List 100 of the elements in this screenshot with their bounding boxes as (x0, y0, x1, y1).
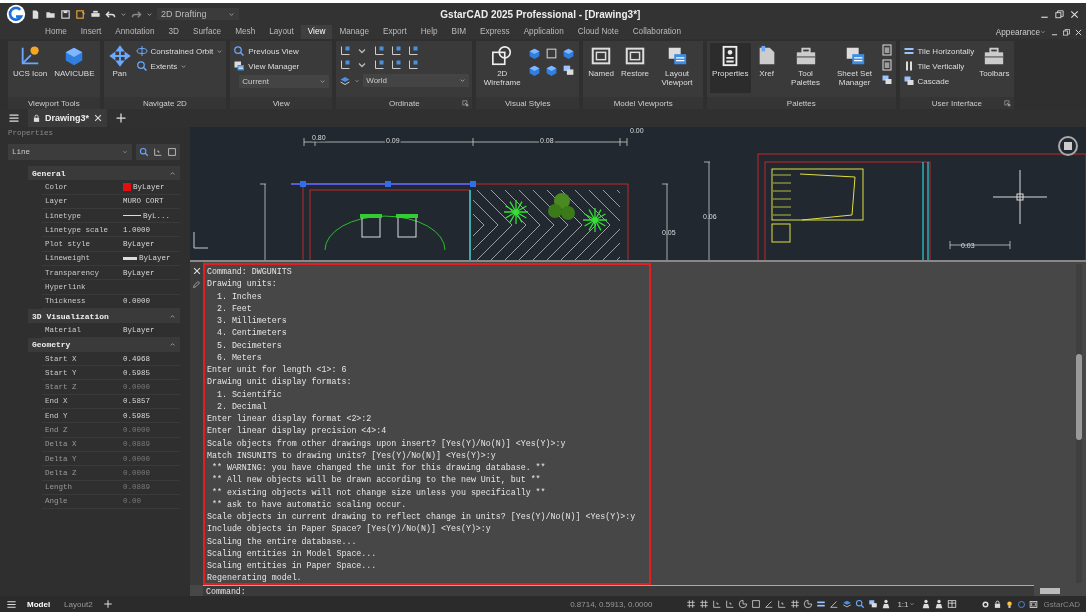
menu-tab[interactable]: Mesh (228, 25, 263, 39)
save-icon[interactable] (60, 8, 71, 20)
menu-tab[interactable]: Layout (262, 25, 301, 39)
gear-icon[interactable] (980, 599, 990, 609)
axis-icon[interactable] (390, 59, 403, 71)
axis-icon[interactable] (339, 59, 352, 71)
square-icon[interactable] (751, 599, 762, 609)
close-icon[interactable] (191, 266, 202, 276)
ribbon-button[interactable]: Tool Palettes (782, 43, 829, 93)
cube-icon[interactable] (562, 47, 576, 60)
menu-tab[interactable]: BIM (444, 25, 474, 39)
save-as-icon[interactable] (75, 8, 86, 20)
print-icon[interactable] (90, 8, 101, 20)
close-icon[interactable] (93, 113, 103, 123)
grid-icon[interactable] (699, 599, 710, 609)
ribbon-button[interactable]: Extents (135, 60, 224, 72)
zoom-icon[interactable] (855, 599, 866, 609)
menu-tab[interactable]: Export (376, 25, 414, 39)
dropdown-field[interactable]: World (363, 74, 470, 87)
model-tab[interactable]: Model (23, 599, 55, 609)
lines-icon[interactable] (816, 599, 827, 609)
snap-icon[interactable] (712, 599, 723, 609)
menu-icon[interactable] (6, 598, 17, 610)
scrollbar-thumb[interactable] (1076, 354, 1082, 440)
restore-icon[interactable] (1054, 8, 1065, 20)
ribbon-button[interactable]: Toolbars (977, 43, 1012, 93)
polar-icon[interactable] (803, 599, 814, 609)
windows-icon[interactable] (562, 64, 576, 77)
ribbon-button[interactable]: Sheet Set Manager (831, 43, 878, 93)
axis-icon[interactable] (339, 45, 352, 57)
document-tab[interactable]: Drawing3* (28, 109, 107, 127)
logo-icon[interactable] (6, 4, 26, 24)
caret-icon[interactable] (169, 341, 176, 349)
dropdown-field[interactable]: Current (239, 75, 330, 88)
plus-icon[interactable] (102, 599, 113, 609)
menu-tab[interactable]: Cloud Note (570, 25, 626, 39)
ribbon-button[interactable]: Previous View (233, 45, 330, 57)
calculator-icon[interactable] (880, 59, 893, 71)
snap-icon[interactable] (725, 599, 736, 609)
snap-icon[interactable] (777, 599, 788, 609)
lock-icon[interactable] (992, 599, 1002, 609)
person-icon[interactable] (881, 599, 892, 609)
ribbon-button[interactable]: 2D Wireframe (479, 43, 526, 93)
compass-icon[interactable] (1058, 136, 1078, 156)
ribbon-button[interactable]: Tile Vertically (902, 60, 975, 72)
ribbon-button[interactable]: Xref (753, 43, 780, 93)
axis-icon[interactable] (407, 59, 420, 71)
plus-icon[interactable] (115, 112, 127, 124)
annotation-scale[interactable]: 1:1 (897, 599, 915, 609)
axis-icon[interactable] (407, 45, 420, 57)
menu-tab[interactable]: 3D (161, 25, 186, 39)
appearance-menu[interactable]: Appearance (995, 27, 1046, 37)
zoom-icon[interactable] (139, 147, 149, 157)
person-icon[interactable] (933, 599, 944, 609)
workspace-dropdown[interactable]: 2D Drafting (157, 8, 239, 20)
menu-tab[interactable]: Collaboration (625, 25, 688, 39)
group-header[interactable]: General (28, 166, 180, 181)
ribbon-button[interactable]: View Manager (233, 60, 330, 72)
menu-tab[interactable]: Help (413, 25, 445, 39)
ribbon-button[interactable]: Tile Horizontally (902, 45, 975, 57)
redo-icon[interactable] (131, 8, 142, 20)
ribbon-button[interactable]: Pan (106, 43, 133, 93)
square-icon[interactable] (545, 47, 559, 60)
windows-icon[interactable] (868, 599, 879, 609)
cube-icon[interactable] (545, 64, 559, 77)
axis-icon[interactable] (373, 45, 386, 57)
polar-icon[interactable] (738, 599, 749, 609)
restore-icon[interactable] (1062, 27, 1071, 37)
ribbon-button[interactable]: Restore (619, 43, 652, 93)
menu-tab[interactable]: Insert (73, 25, 109, 39)
snap-icon[interactable] (153, 147, 163, 157)
launcher-icon[interactable] (462, 100, 470, 108)
ribbon-button[interactable]: Properties (710, 43, 751, 93)
ribbon-button[interactable]: Layout Viewport (654, 43, 701, 93)
menu-tab[interactable]: Surface (185, 25, 229, 39)
pencil-icon[interactable] (192, 280, 201, 289)
menu-tab[interactable]: Annotation (108, 25, 162, 39)
menu-tab[interactable]: Manage (332, 25, 376, 39)
resize-handle[interactable] (1040, 587, 1060, 594)
bulb-icon[interactable] (1004, 599, 1014, 609)
menu-icon[interactable] (8, 112, 20, 124)
angle-icon[interactable] (764, 599, 775, 609)
cube-icon[interactable] (528, 64, 542, 77)
menu-tab[interactable]: Express (473, 25, 517, 39)
ribbon-button[interactable]: Named (586, 43, 617, 93)
menu-tab[interactable]: Application (516, 25, 571, 39)
layers-icon[interactable] (339, 74, 352, 87)
menu-tab[interactable]: Home (38, 25, 74, 39)
menu-tab[interactable]: View (300, 25, 333, 39)
launcher-icon[interactable] (1004, 100, 1012, 108)
grid-icon[interactable] (686, 599, 697, 609)
close-icon[interactable] (1074, 27, 1083, 37)
close-icon[interactable] (1069, 8, 1080, 20)
ribbon-button[interactable]: Constrained Orbit (135, 45, 224, 57)
axis-icon[interactable] (373, 59, 386, 71)
square-icon[interactable] (167, 147, 177, 157)
windows-icon[interactable] (880, 74, 893, 86)
layout-tab[interactable]: Layout2 (60, 599, 97, 609)
layers-icon[interactable] (842, 599, 853, 609)
cube-icon[interactable] (528, 47, 542, 60)
